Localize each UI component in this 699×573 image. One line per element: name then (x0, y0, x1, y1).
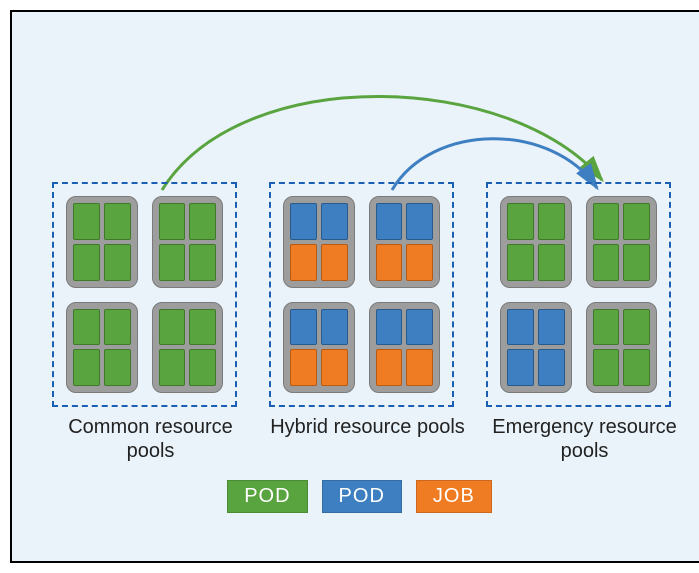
pool-label-common: Common resource pools (42, 415, 259, 463)
pool-emergency (486, 182, 671, 407)
node (152, 196, 224, 288)
pool-common (52, 182, 237, 407)
pod-slot (376, 203, 403, 240)
pod-slot (623, 203, 650, 240)
pod-slot (104, 203, 131, 240)
pod-slot (406, 309, 433, 346)
pod-slot (623, 349, 650, 386)
pod-slot (159, 309, 186, 346)
job-slot (321, 349, 348, 386)
pool-label-emergency: Emergency resource pools (476, 415, 693, 463)
pod-slot (376, 309, 403, 346)
pod-slot (538, 203, 565, 240)
pod-slot (73, 349, 100, 386)
pool-labels: Common resource pools Hybrid resource po… (12, 415, 699, 463)
diagram-canvas: Common resource pools Hybrid resource po… (10, 10, 699, 563)
node (152, 302, 224, 394)
node (586, 302, 658, 394)
pod-slot (189, 349, 216, 386)
job-slot (376, 349, 403, 386)
pod-slot (538, 244, 565, 281)
pod-slot (593, 349, 620, 386)
node (369, 302, 441, 394)
pod-slot (189, 203, 216, 240)
pod-slot (593, 309, 620, 346)
pod-slot (593, 203, 620, 240)
job-slot (321, 244, 348, 281)
pod-slot (507, 309, 534, 346)
legend-pod-green: POD (227, 480, 307, 513)
arrow-common-to-emergency (162, 97, 602, 191)
pod-slot (593, 244, 620, 281)
pod-slot (73, 309, 100, 346)
pool-nodes (54, 184, 235, 405)
job-slot (290, 349, 317, 386)
node (283, 196, 355, 288)
pod-slot (290, 309, 317, 346)
legend-job-orange: JOB (416, 480, 492, 513)
pod-slot (73, 203, 100, 240)
pod-slot (104, 244, 131, 281)
job-slot (290, 244, 317, 281)
pod-slot (104, 349, 131, 386)
pod-slot (159, 203, 186, 240)
job-slot (406, 349, 433, 386)
pod-slot (73, 244, 100, 281)
node (586, 196, 658, 288)
pool-nodes (488, 184, 669, 405)
pod-slot (321, 203, 348, 240)
pod-slot (538, 309, 565, 346)
pod-slot (406, 203, 433, 240)
pod-slot (159, 349, 186, 386)
job-slot (406, 244, 433, 281)
node (369, 196, 441, 288)
legend-pod-blue: POD (322, 480, 402, 513)
pool-hybrid (269, 182, 454, 407)
pool-label-hybrid: Hybrid resource pools (259, 415, 476, 463)
pod-slot (159, 244, 186, 281)
pod-slot (623, 309, 650, 346)
pod-slot (538, 349, 565, 386)
pod-slot (189, 244, 216, 281)
node (283, 302, 355, 394)
pod-slot (290, 203, 317, 240)
node (66, 302, 138, 394)
node (66, 196, 138, 288)
pod-slot (507, 349, 534, 386)
pod-slot (104, 309, 131, 346)
pod-slot (623, 244, 650, 281)
pool-nodes (271, 184, 452, 405)
node (500, 196, 572, 288)
pod-slot (321, 309, 348, 346)
job-slot (376, 244, 403, 281)
node (500, 302, 572, 394)
pod-slot (189, 309, 216, 346)
legend: POD POD JOB (12, 480, 699, 513)
pod-slot (507, 244, 534, 281)
pod-slot (507, 203, 534, 240)
